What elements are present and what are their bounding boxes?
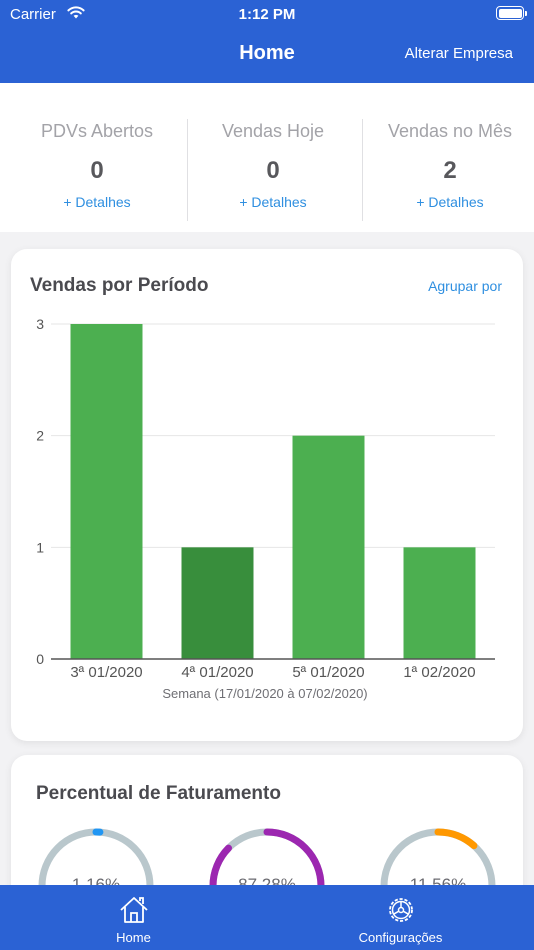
tab-bar: Home Configurações bbox=[0, 885, 534, 950]
stat-vendas-hoje: Vendas Hoje 0 + Detalhes bbox=[184, 83, 362, 232]
tab-configuracoes[interactable]: Configurações bbox=[267, 885, 534, 950]
bar[interactable] bbox=[403, 547, 476, 659]
stat-pdvs-abertos: PDVs Abertos 0 + Detalhes bbox=[8, 83, 186, 232]
clock: 1:12 PM bbox=[238, 6, 296, 23]
stat-label: Vendas no Mês bbox=[387, 121, 513, 141]
stat-label: PDVs Abertos bbox=[40, 121, 154, 141]
bar[interactable] bbox=[292, 435, 365, 659]
bar[interactable] bbox=[181, 547, 254, 659]
stat-value: 2 bbox=[443, 157, 457, 184]
gear-icon bbox=[389, 898, 413, 922]
x-axis-label: Semana (17/01/2020 à 07/02/2020) bbox=[162, 686, 367, 701]
stat-value: 0 bbox=[90, 157, 104, 184]
stats-panel: PDVs Abertos 0 + Detalhes Vendas Hoje 0 … bbox=[0, 83, 534, 232]
stat-value: 0 bbox=[266, 157, 280, 184]
tab-label: Configurações bbox=[358, 930, 443, 945]
detalhes-link[interactable]: + Detalhes bbox=[361, 194, 534, 210]
stat-label: Vendas Hoje bbox=[221, 121, 325, 141]
tab-home[interactable]: Home bbox=[0, 885, 267, 950]
status-bar: Carrier 1:12 PM bbox=[0, 0, 534, 28]
y-tick-label: 1 bbox=[36, 539, 44, 555]
detalhes-link[interactable]: + Detalhes bbox=[184, 194, 362, 210]
bar[interactable] bbox=[70, 324, 143, 659]
stat-vendas-mes: Vendas no Mês 2 + Detalhes bbox=[361, 83, 534, 232]
x-tick-label: 4ª 01/2020 bbox=[181, 664, 253, 681]
x-tick-label: 5ª 01/2020 bbox=[292, 664, 364, 681]
y-tick-label: 2 bbox=[36, 428, 44, 444]
battery-icon bbox=[496, 6, 527, 20]
x-tick-label: 3ª 01/2020 bbox=[70, 664, 142, 681]
card-title: Percentual de Faturamento bbox=[36, 783, 281, 804]
detalhes-link[interactable]: + Detalhes bbox=[8, 194, 186, 210]
sales-chart-card: Vendas por Período Agrupar por 0 1 2 3 3ª 01… bbox=[11, 249, 523, 741]
bar-chart: 0 1 2 3 3ª 01/2020 4ª 01/2020 5ª 01/2020 1ª 02/… bbox=[36, 316, 495, 701]
navigation-bar: Carrier 1:12 PM Home Alterar Empresa bbox=[0, 0, 534, 83]
tab-label: Home bbox=[116, 930, 151, 945]
y-tick-label: 0 bbox=[36, 651, 44, 667]
home-icon bbox=[120, 897, 148, 923]
y-tick-label: 3 bbox=[36, 316, 44, 332]
alterar-empresa-button[interactable]: Alterar Empresa bbox=[405, 45, 513, 62]
x-tick-label: 1ª 02/2020 bbox=[403, 664, 475, 681]
